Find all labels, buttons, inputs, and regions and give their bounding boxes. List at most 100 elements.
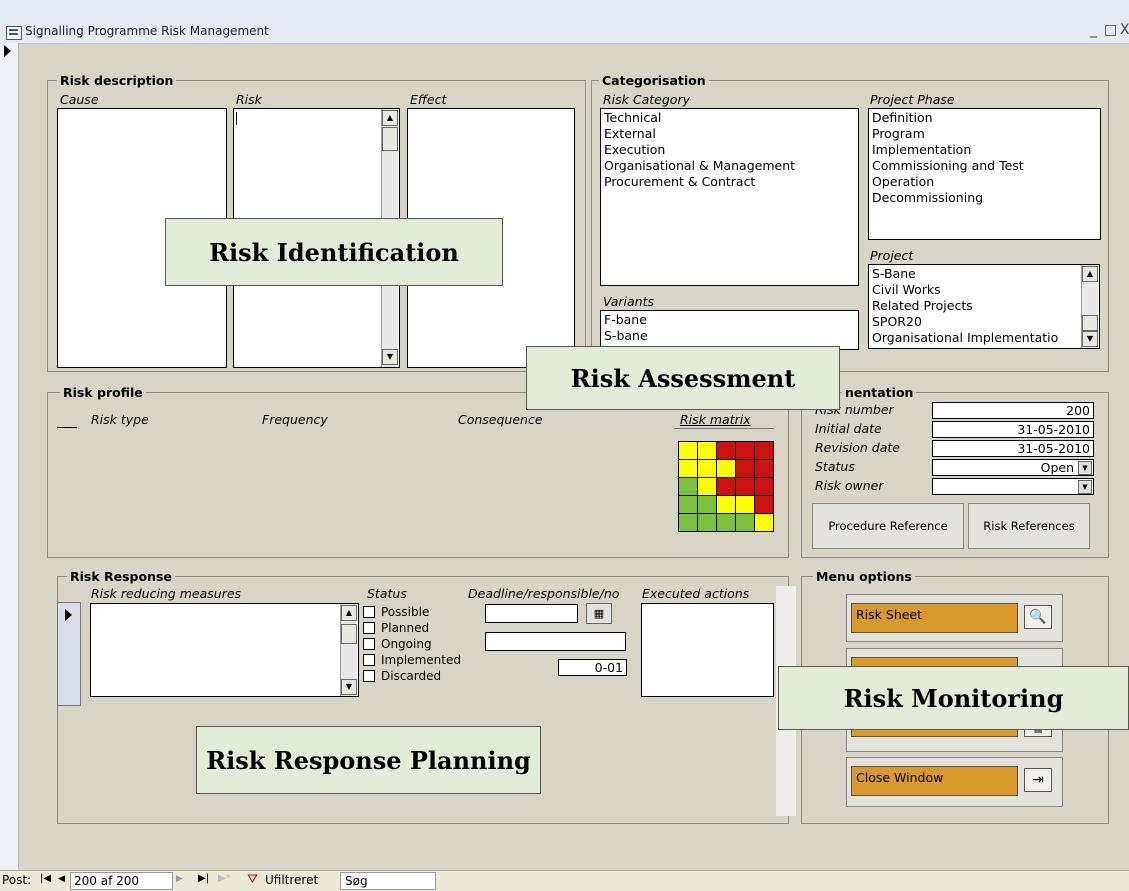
effect-label: Effect bbox=[410, 92, 447, 107]
status-option[interactable]: Implemented bbox=[363, 652, 461, 668]
subform-record-selector[interactable] bbox=[57, 602, 81, 706]
categorisation-legend: Categorisation bbox=[599, 73, 709, 88]
risk-matrix-cell bbox=[735, 441, 755, 460]
status-option[interactable]: Possible bbox=[363, 604, 461, 620]
frequency-label: Frequency bbox=[262, 412, 328, 427]
scroll-down-icon[interactable]: ▼ bbox=[382, 349, 398, 365]
current-record-arrow-icon bbox=[4, 45, 11, 57]
risk-matrix-cell bbox=[735, 459, 755, 478]
checkbox[interactable] bbox=[363, 670, 375, 682]
close-window-button[interactable]: Close Window bbox=[851, 766, 1018, 796]
form-icon bbox=[6, 26, 22, 40]
risk-matrix-cell bbox=[754, 459, 774, 478]
project-phase-label: Project Phase bbox=[870, 92, 955, 107]
risk-matrix-cell bbox=[678, 495, 698, 514]
exit-door-icon[interactable]: ⇥ bbox=[1024, 768, 1052, 792]
revision-date-field[interactable]: 31-05-2010 bbox=[932, 440, 1094, 457]
risk-category-list[interactable]: Technical External Execution Organisatio… bbox=[600, 108, 859, 286]
risk-matrix-cell bbox=[716, 495, 736, 514]
first-record-icon[interactable]: |◀ bbox=[40, 873, 51, 884]
risk-assessment-callout: Risk Assessment bbox=[526, 346, 840, 410]
next-record-icon[interactable]: ▶ bbox=[176, 874, 183, 884]
search-input[interactable]: Søg bbox=[340, 872, 436, 890]
status-option[interactable]: Ongoing bbox=[363, 636, 461, 652]
deadline-field[interactable] bbox=[485, 604, 578, 623]
scroll-up-icon[interactable]: ▲ bbox=[382, 110, 398, 126]
record-position-field[interactable]: 200 af 200 bbox=[70, 872, 173, 890]
risk-number-field[interactable]: 200 bbox=[932, 402, 1094, 419]
number-field[interactable]: 0-01 bbox=[558, 659, 627, 676]
risk-references-button[interactable]: Risk References bbox=[968, 503, 1090, 549]
matrix-divider bbox=[674, 428, 774, 429]
checkbox[interactable] bbox=[363, 606, 375, 618]
checkbox[interactable] bbox=[363, 654, 375, 666]
risk-matrix-cell bbox=[754, 513, 774, 532]
filter-status-label[interactable]: Ufiltreret bbox=[265, 873, 318, 887]
status-checkbox-group: Possible Planned Ongoing Implemented Dis… bbox=[363, 604, 461, 684]
new-record-icon[interactable]: ▶* bbox=[218, 873, 231, 884]
scroll-up-icon[interactable]: ▲ bbox=[341, 605, 357, 621]
calendar-icon[interactable]: ▦ bbox=[586, 603, 612, 624]
risk-matrix-cell bbox=[697, 495, 717, 514]
project-scrollbar[interactable]: ▲ ▼ bbox=[1081, 265, 1098, 348]
revision-date-label: Revision date bbox=[815, 440, 900, 455]
risk-label: Risk bbox=[236, 92, 262, 107]
scroll-down-icon[interactable]: ▼ bbox=[1082, 331, 1098, 347]
maximize-button[interactable]: □ bbox=[1104, 22, 1117, 38]
risk-matrix-cell bbox=[735, 495, 755, 514]
initial-date-field[interactable]: 31-05-2010 bbox=[932, 421, 1094, 438]
executed-label: Executed actions bbox=[642, 586, 750, 601]
risk-matrix-cell bbox=[697, 477, 717, 496]
status-option[interactable]: Discarded bbox=[363, 668, 461, 684]
risk-owner-combo[interactable]: ▼ bbox=[932, 478, 1094, 495]
close-window-menu[interactable]: Close Window ⇥ bbox=[846, 757, 1063, 807]
post-label: Post: bbox=[2, 873, 32, 887]
checkbox[interactable] bbox=[363, 622, 375, 634]
risk-response-legend: Risk Response bbox=[67, 569, 175, 584]
risk-type-indicator bbox=[57, 427, 77, 428]
previous-record-icon[interactable]: ◀ bbox=[58, 874, 65, 884]
print-preview-icon[interactable]: 🔍 bbox=[1024, 605, 1052, 629]
risk-reducing-measures-textbox[interactable]: ▲ ▼ bbox=[90, 603, 359, 697]
chevron-down-icon[interactable]: ▼ bbox=[1078, 480, 1092, 494]
responsible-field[interactable] bbox=[485, 632, 626, 651]
scroll-thumb[interactable] bbox=[341, 624, 357, 644]
measures-label: Risk reducing measures bbox=[91, 586, 242, 601]
scroll-thumb[interactable] bbox=[382, 127, 398, 151]
risk-matrix-cell bbox=[754, 441, 774, 460]
risk-matrix-cell bbox=[678, 459, 698, 478]
risk-sheet-button[interactable]: Risk Sheet bbox=[851, 603, 1018, 633]
executed-actions-textbox[interactable] bbox=[641, 603, 774, 697]
risk-response-planning-callout: Risk Response Planning bbox=[196, 726, 541, 794]
procedure-reference-button[interactable]: Procedure Reference bbox=[812, 503, 964, 549]
project-list-items[interactable]: S-Bane Civil Works Related Projects SPOR… bbox=[869, 265, 1083, 347]
minimize-button[interactable]: _ bbox=[1090, 22, 1097, 38]
risk-matrix-cell bbox=[716, 513, 736, 532]
risk-type-label: Risk type bbox=[91, 412, 149, 427]
close-button[interactable]: X bbox=[1120, 22, 1129, 38]
risk-owner-label: Risk owner bbox=[815, 478, 884, 493]
chevron-down-icon[interactable]: ▼ bbox=[1078, 461, 1092, 475]
record-selector-bar bbox=[0, 43, 19, 870]
variants-list[interactable]: F-bane S-bane bbox=[600, 310, 859, 350]
scroll-thumb[interactable] bbox=[1082, 315, 1098, 331]
measures-scrollbar[interactable]: ▲ ▼ bbox=[340, 604, 357, 696]
risk-matrix-cell bbox=[735, 513, 755, 532]
risk-matrix-cell bbox=[697, 441, 717, 460]
filter-icon[interactable]: ⛛ bbox=[247, 872, 258, 887]
scroll-up-icon[interactable]: ▲ bbox=[1082, 266, 1098, 282]
risk-sheet-menu[interactable]: Risk Sheet 🔍 bbox=[846, 594, 1063, 642]
status-option[interactable]: Planned bbox=[363, 620, 461, 636]
project-list[interactable]: S-Bane Civil Works Related Projects SPOR… bbox=[868, 264, 1100, 349]
last-record-icon[interactable]: ▶| bbox=[198, 873, 209, 884]
variants-label: Variants bbox=[603, 294, 655, 309]
project-phase-list[interactable]: Definition Program Implementation Commis… bbox=[868, 108, 1101, 240]
risk-matrix-cell bbox=[716, 441, 736, 460]
documentation-legend: nentation bbox=[842, 385, 917, 400]
response-status-label: Status bbox=[367, 586, 407, 601]
risk-matrix-cell bbox=[735, 477, 755, 496]
checkbox[interactable] bbox=[363, 638, 375, 650]
status-combo[interactable]: Open ▼ bbox=[932, 459, 1094, 476]
status-label: Status bbox=[815, 459, 855, 474]
scroll-down-icon[interactable]: ▼ bbox=[341, 679, 357, 695]
